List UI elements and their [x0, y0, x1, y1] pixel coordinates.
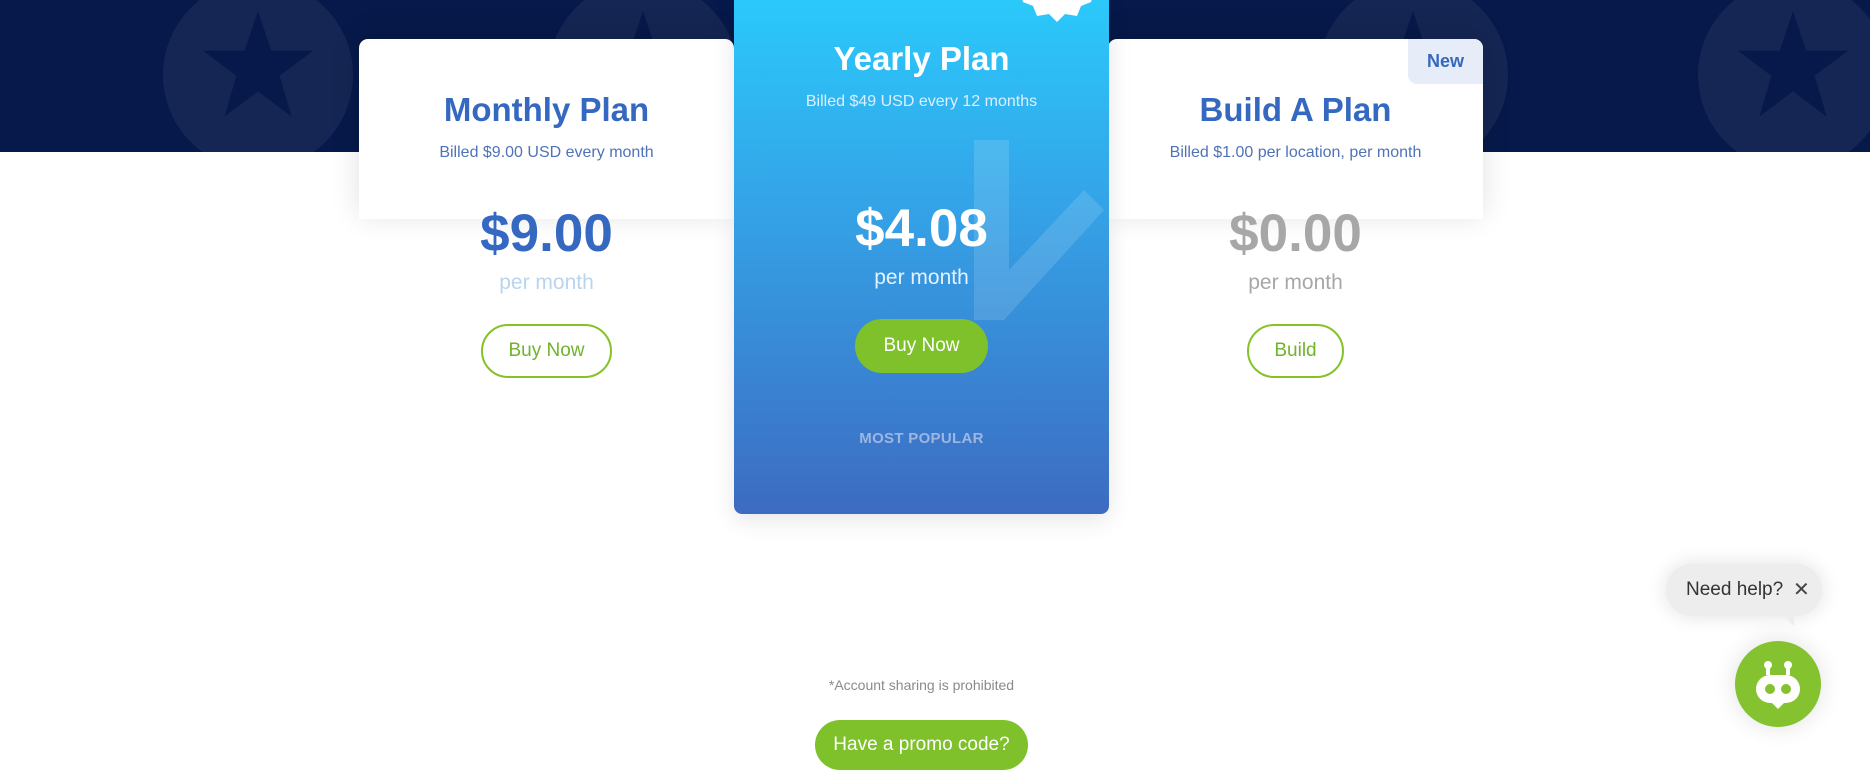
- plan-billing-text: Billed $49 USD every 12 months: [805, 93, 1038, 110]
- logo-watermark-icon: [974, 140, 1104, 320]
- help-text: Need help?: [1686, 579, 1784, 600]
- plan-billing-text: Billed $1.00 per location, per month: [1169, 144, 1422, 161]
- plan-title: Build A Plan: [1199, 91, 1392, 128]
- plan-billing-text: Billed $9.00 USD every month: [439, 144, 654, 161]
- pricing-page: Monthly Plan Billed $9.00 USD every mont…: [0, 0, 1870, 774]
- star-decoration-icon: [163, 0, 353, 152]
- build-plan-button[interactable]: Build: [1247, 324, 1344, 378]
- help-bubble[interactable]: Need help? ✕: [1666, 564, 1822, 616]
- yearly-plan: Yearly Plan Billed $49 USD every 12 mont…: [734, 0, 1109, 514]
- monthly-buy-now-button[interactable]: Buy Now: [481, 324, 612, 378]
- promo-code-button[interactable]: Have a promo code?: [815, 720, 1028, 770]
- chat-bot-button[interactable]: [1735, 641, 1821, 727]
- most-popular-label: MOST POPULAR: [859, 430, 984, 447]
- build-plan: Build A Plan Billed $1.00 per location, …: [1108, 39, 1483, 378]
- monthly-plan: Monthly Plan Billed $9.00 USD every mont…: [359, 39, 734, 378]
- account-sharing-disclaimer: *Account sharing is prohibited: [828, 677, 1015, 693]
- new-badge: New: [1408, 39, 1483, 84]
- plan-price: $9.00: [480, 204, 613, 263]
- close-icon[interactable]: ✕: [1793, 564, 1810, 616]
- plan-title: Monthly Plan: [443, 91, 650, 128]
- star-decoration-icon: [1698, 0, 1870, 152]
- rosette-badge-icon: [1022, 0, 1092, 22]
- plan-period: per month: [1248, 271, 1343, 294]
- plan-price: $0.00: [1229, 204, 1362, 263]
- plan-title: Yearly Plan: [833, 40, 1010, 77]
- robot-icon: [1756, 661, 1800, 709]
- help-bubble-tail: [1780, 612, 1794, 626]
- plan-period: per month: [499, 271, 594, 294]
